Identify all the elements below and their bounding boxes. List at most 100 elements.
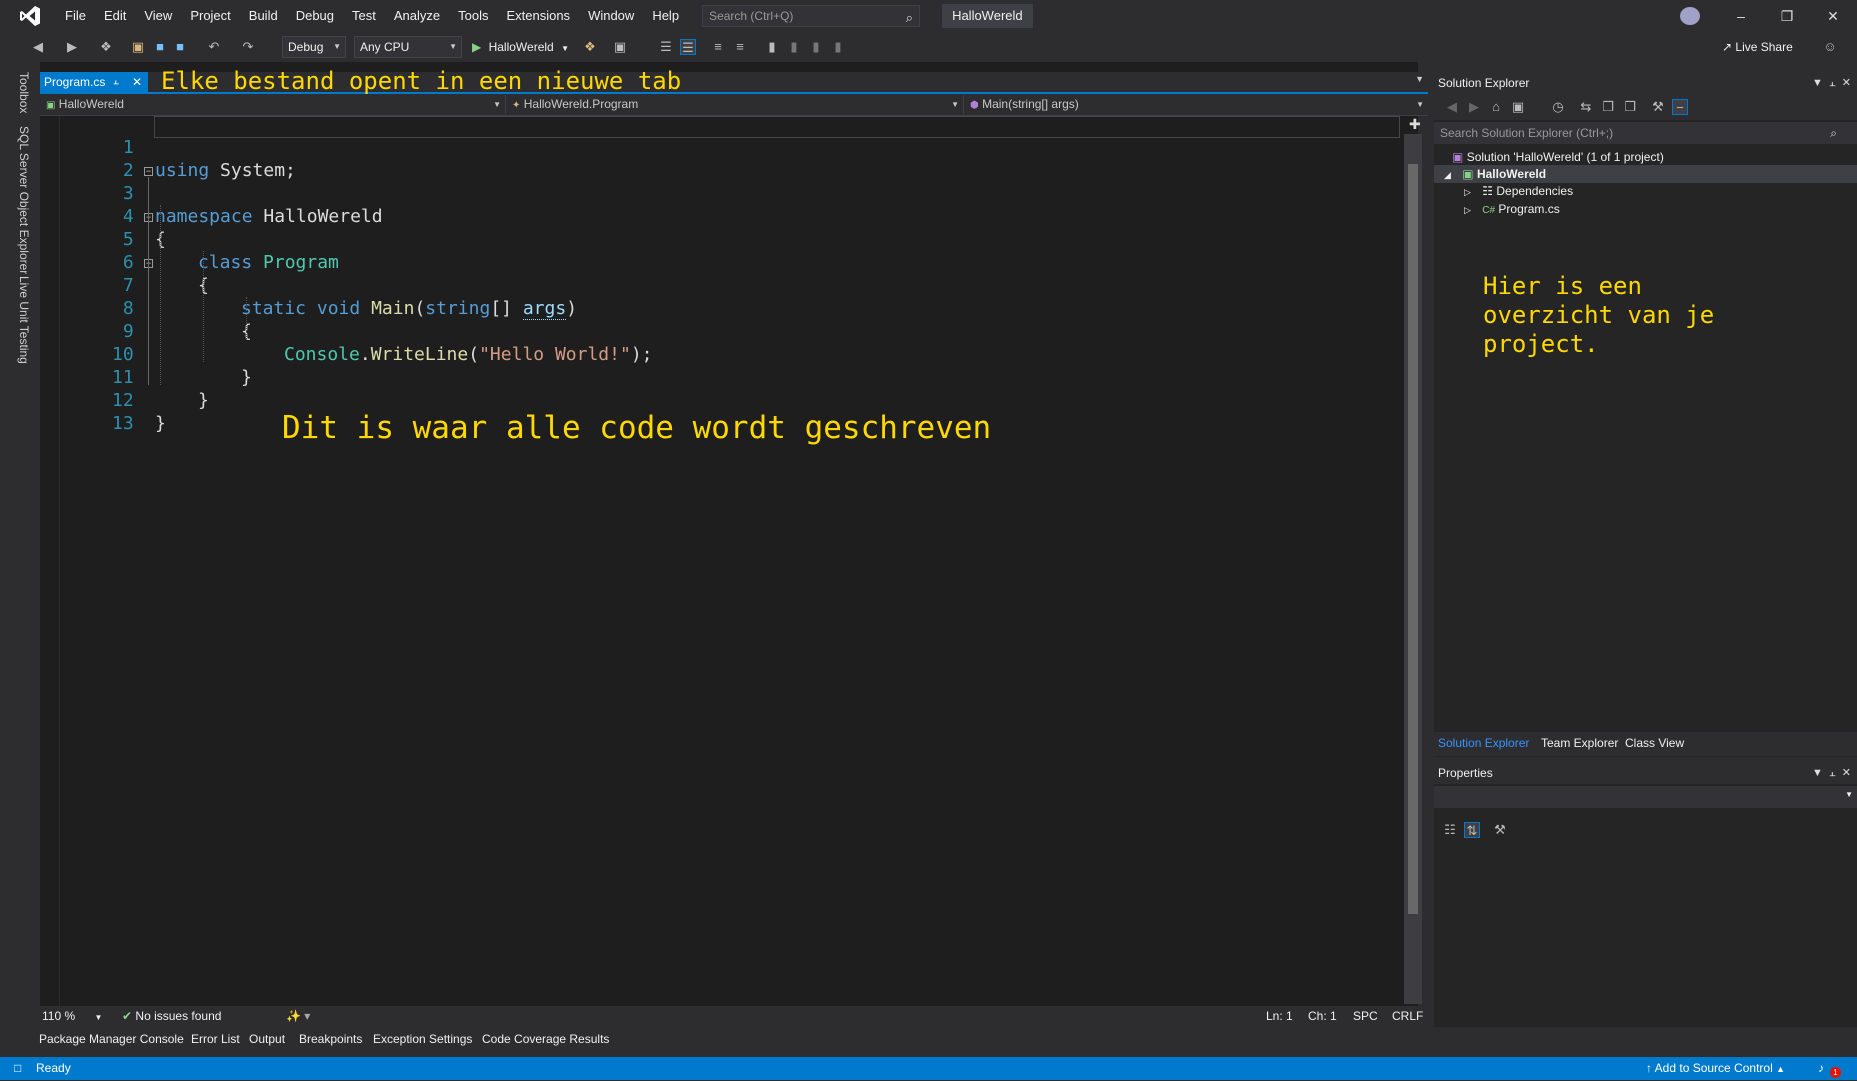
- chevron-down-icon[interactable]: ▼: [1812, 767, 1823, 779]
- next-bookmark-icon[interactable]: ▮: [808, 39, 824, 55]
- tab-program-cs[interactable]: Program.cs ⫠ ✕: [40, 72, 148, 92]
- zoom-dropdown[interactable]: 110 % ▼: [42, 1009, 102, 1023]
- issues-indicator[interactable]: ✔ No issues found: [122, 1009, 221, 1023]
- back-icon[interactable]: ◀: [1444, 99, 1460, 115]
- menu-help[interactable]: Help: [643, 0, 688, 32]
- property-pages-icon[interactable]: ⚒: [1492, 822, 1508, 838]
- code-line-1[interactable]: 1 using System;: [60, 113, 296, 181]
- live-share-button[interactable]: ↗ Live Share: [1722, 38, 1793, 56]
- pin-icon[interactable]: ⫠: [113, 72, 119, 92]
- code-line-5[interactable]: 5 class Program: [60, 205, 339, 273]
- vertical-scrollbar[interactable]: [1404, 134, 1422, 1004]
- start-debugging-button[interactable]: ▶ HalloWereld ▼: [472, 36, 569, 58]
- menu-build[interactable]: Build: [240, 0, 287, 32]
- menu-edit[interactable]: Edit: [95, 0, 135, 32]
- forward-icon[interactable]: ▶: [1466, 99, 1482, 115]
- whitespace-indicator[interactable]: SPC: [1353, 1009, 1378, 1023]
- forward-icon[interactable]: ▶: [64, 39, 80, 55]
- minimize-icon[interactable]: –: [1718, 0, 1764, 32]
- pending-changes-icon[interactable]: ◷: [1550, 99, 1566, 115]
- save-icon[interactable]: ■: [152, 39, 168, 55]
- show-all-files-icon[interactable]: ❐: [1622, 99, 1638, 115]
- alphabetical-icon[interactable]: ⇅: [1464, 822, 1480, 838]
- code-line-12[interactable]: 12 }: [60, 366, 166, 434]
- step-icon[interactable]: ☰: [658, 39, 674, 55]
- split-editor-icon[interactable]: ✚: [1409, 116, 1421, 133]
- restore-icon[interactable]: ❐: [1764, 0, 1810, 32]
- code-line-10[interactable]: 10 }: [60, 320, 252, 388]
- redo-icon[interactable]: ↷: [240, 39, 256, 55]
- menu-window[interactable]: Window: [579, 0, 643, 32]
- close-icon[interactable]: ✕: [1842, 767, 1851, 779]
- categorized-icon[interactable]: ☷: [1442, 822, 1458, 838]
- tab-package-manager-console[interactable]: Package Manager Console: [39, 1032, 184, 1046]
- type-dropdown[interactable]: ✦ HalloWereld.Program ▼: [508, 95, 964, 114]
- tree-project[interactable]: ◢ ▣ HalloWereld: [1434, 165, 1857, 183]
- collapse-icon[interactable]: −: [144, 167, 153, 176]
- preview-icon[interactable]: −: [1672, 99, 1688, 115]
- tab-class-view[interactable]: Class View: [1625, 736, 1684, 750]
- notifications-bell-icon[interactable]: ♪: [1818, 1057, 1824, 1080]
- outdent-icon[interactable]: ≡: [710, 39, 726, 55]
- search-input[interactable]: Search (Ctrl+Q) ⌕: [702, 5, 921, 27]
- code-line-2[interactable]: 2: [60, 136, 134, 181]
- member-dropdown[interactable]: ⬢ Main(string[] args) ▼: [966, 95, 1428, 114]
- new-project-icon[interactable]: ❖: [98, 39, 114, 55]
- line-indicator[interactable]: Ln: 1: [1266, 1009, 1293, 1023]
- add-to-source-control-button[interactable]: ↑ Add to Source Control ▲: [1646, 1057, 1785, 1081]
- menu-analyze[interactable]: Analyze: [385, 0, 449, 32]
- code-line-9[interactable]: 9 Console.WriteLine("Hello World!");: [60, 297, 653, 365]
- tab-output[interactable]: Output: [249, 1032, 285, 1046]
- tree-dependencies[interactable]: ▷ ☷ Dependencies: [1464, 182, 1573, 200]
- close-window-icon[interactable]: ✕: [1810, 0, 1856, 32]
- menu-file[interactable]: File: [56, 0, 95, 32]
- tab-error-list[interactable]: Error List: [191, 1032, 240, 1046]
- bookmark-icon[interactable]: ▮: [764, 39, 780, 55]
- close-icon[interactable]: ✕: [1842, 77, 1851, 89]
- code-line-6[interactable]: 6 {: [60, 228, 209, 296]
- tab-overflow-icon[interactable]: ▼: [1415, 74, 1424, 84]
- tree-program-cs[interactable]: ▷ C# Program.cs: [1464, 200, 1560, 218]
- open-file-icon[interactable]: ▣: [130, 39, 146, 55]
- back-icon[interactable]: ◀: [30, 39, 46, 55]
- menu-project[interactable]: Project: [181, 0, 239, 32]
- tree-solution[interactable]: ▣ Solution 'HalloWereld' (1 of 1 project…: [1452, 148, 1664, 166]
- menu-view[interactable]: View: [135, 0, 181, 32]
- solution-explorer-search[interactable]: Search Solution Explorer (Ctrl+;) ⌕: [1434, 122, 1857, 144]
- code-line-13[interactable]: 13: [60, 389, 134, 434]
- tab-team-explorer[interactable]: Team Explorer: [1541, 736, 1618, 750]
- tab-code-coverage-results[interactable]: Code Coverage Results: [482, 1032, 609, 1046]
- switch-views-icon[interactable]: ▣: [1510, 99, 1526, 115]
- feedback-icon[interactable]: ☺: [1822, 39, 1838, 55]
- project-dropdown[interactable]: ▣ HalloWereld ▼: [42, 95, 506, 114]
- pin-icon[interactable]: ⫠: [1829, 767, 1836, 779]
- properties-icon[interactable]: ⚒: [1650, 99, 1666, 115]
- platform-dropdown[interactable]: Any CPU ▼: [354, 36, 462, 58]
- avatar[interactable]: [1680, 7, 1700, 25]
- column-indicator[interactable]: Ch: 1: [1308, 1009, 1337, 1023]
- close-tab-icon[interactable]: ✕: [132, 72, 142, 92]
- configuration-dropdown[interactable]: Debug ▼: [282, 36, 346, 58]
- browser-link-icon[interactable]: ❖: [582, 39, 598, 55]
- code-line-7[interactable]: 7 static void Main(string[] args): [60, 251, 577, 320]
- pin-icon[interactable]: ⫠: [1829, 77, 1836, 89]
- clear-bookmarks-icon[interactable]: ▮: [830, 39, 846, 55]
- home-icon[interactable]: ⌂: [1488, 99, 1504, 115]
- menu-extensions[interactable]: Extensions: [497, 0, 579, 32]
- tab-solution-explorer[interactable]: Solution Explorer: [1438, 736, 1529, 750]
- toolbox-tab[interactable]: Toolbox: [17, 72, 31, 113]
- code-cleanup-icon[interactable]: ✨ ▾: [286, 1009, 310, 1023]
- camera-icon[interactable]: ▣: [612, 39, 628, 55]
- code-line-3[interactable]: 3 namespace HalloWereld: [60, 159, 383, 227]
- menu-tools[interactable]: Tools: [449, 0, 497, 32]
- menu-test[interactable]: Test: [343, 0, 385, 32]
- indent-icon[interactable]: ≡: [732, 39, 748, 55]
- scrollbar-thumb[interactable]: [1408, 164, 1418, 914]
- object-selector[interactable]: ▼: [1434, 786, 1857, 808]
- tab-exception-settings[interactable]: Exception Settings: [373, 1032, 472, 1046]
- code-line-8[interactable]: 8 {: [60, 274, 252, 342]
- code-line-11[interactable]: 11 }: [60, 343, 209, 411]
- sync-icon[interactable]: ⇆: [1578, 99, 1594, 115]
- code-line-4[interactable]: 4 {: [60, 182, 166, 250]
- undo-icon[interactable]: ↶: [206, 39, 222, 55]
